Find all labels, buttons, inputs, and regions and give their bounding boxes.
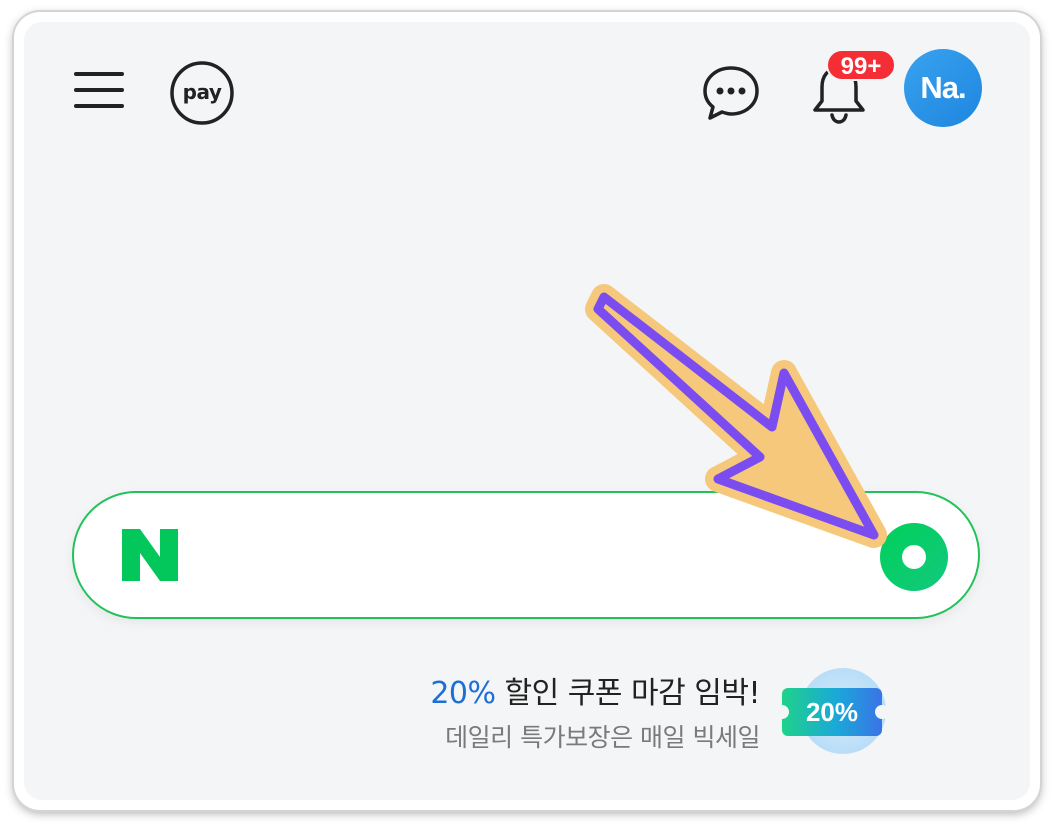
coupon-label: 20% [805, 697, 859, 727]
promo-title-text: 할인 쿠폰 마감 임박! [495, 676, 761, 711]
naver-logo-icon[interactable] [120, 527, 180, 583]
notification-badge: 99+ [826, 49, 896, 81]
coupon-ticket: 20% [775, 688, 889, 736]
annotation-arrow-icon [585, 284, 887, 548]
chat-icon[interactable] [700, 62, 762, 124]
coupon-icon[interactable]: 20% [775, 668, 889, 756]
pay-label: pay [182, 80, 222, 104]
menu-icon[interactable] [70, 64, 128, 116]
avatar[interactable]: Na. [904, 49, 982, 127]
search-icon [902, 545, 926, 569]
promo-subtitle[interactable]: 데일리 특가보장은 매일 빅세일 [445, 718, 760, 754]
naver-home-screen: pay 99+ Na. 20% 할인 쿠폰 마감 임박! 데일리 특가보장은 매… [24, 22, 1030, 800]
promo-title-highlight: 20% [430, 676, 496, 711]
phone-frame: pay 99+ Na. 20% 할인 쿠폰 마감 임박! 데일리 특가보장은 매… [14, 12, 1040, 810]
pay-icon[interactable]: pay [169, 60, 235, 126]
promo-title[interactable]: 20% 할인 쿠폰 마감 임박! [430, 668, 760, 712]
